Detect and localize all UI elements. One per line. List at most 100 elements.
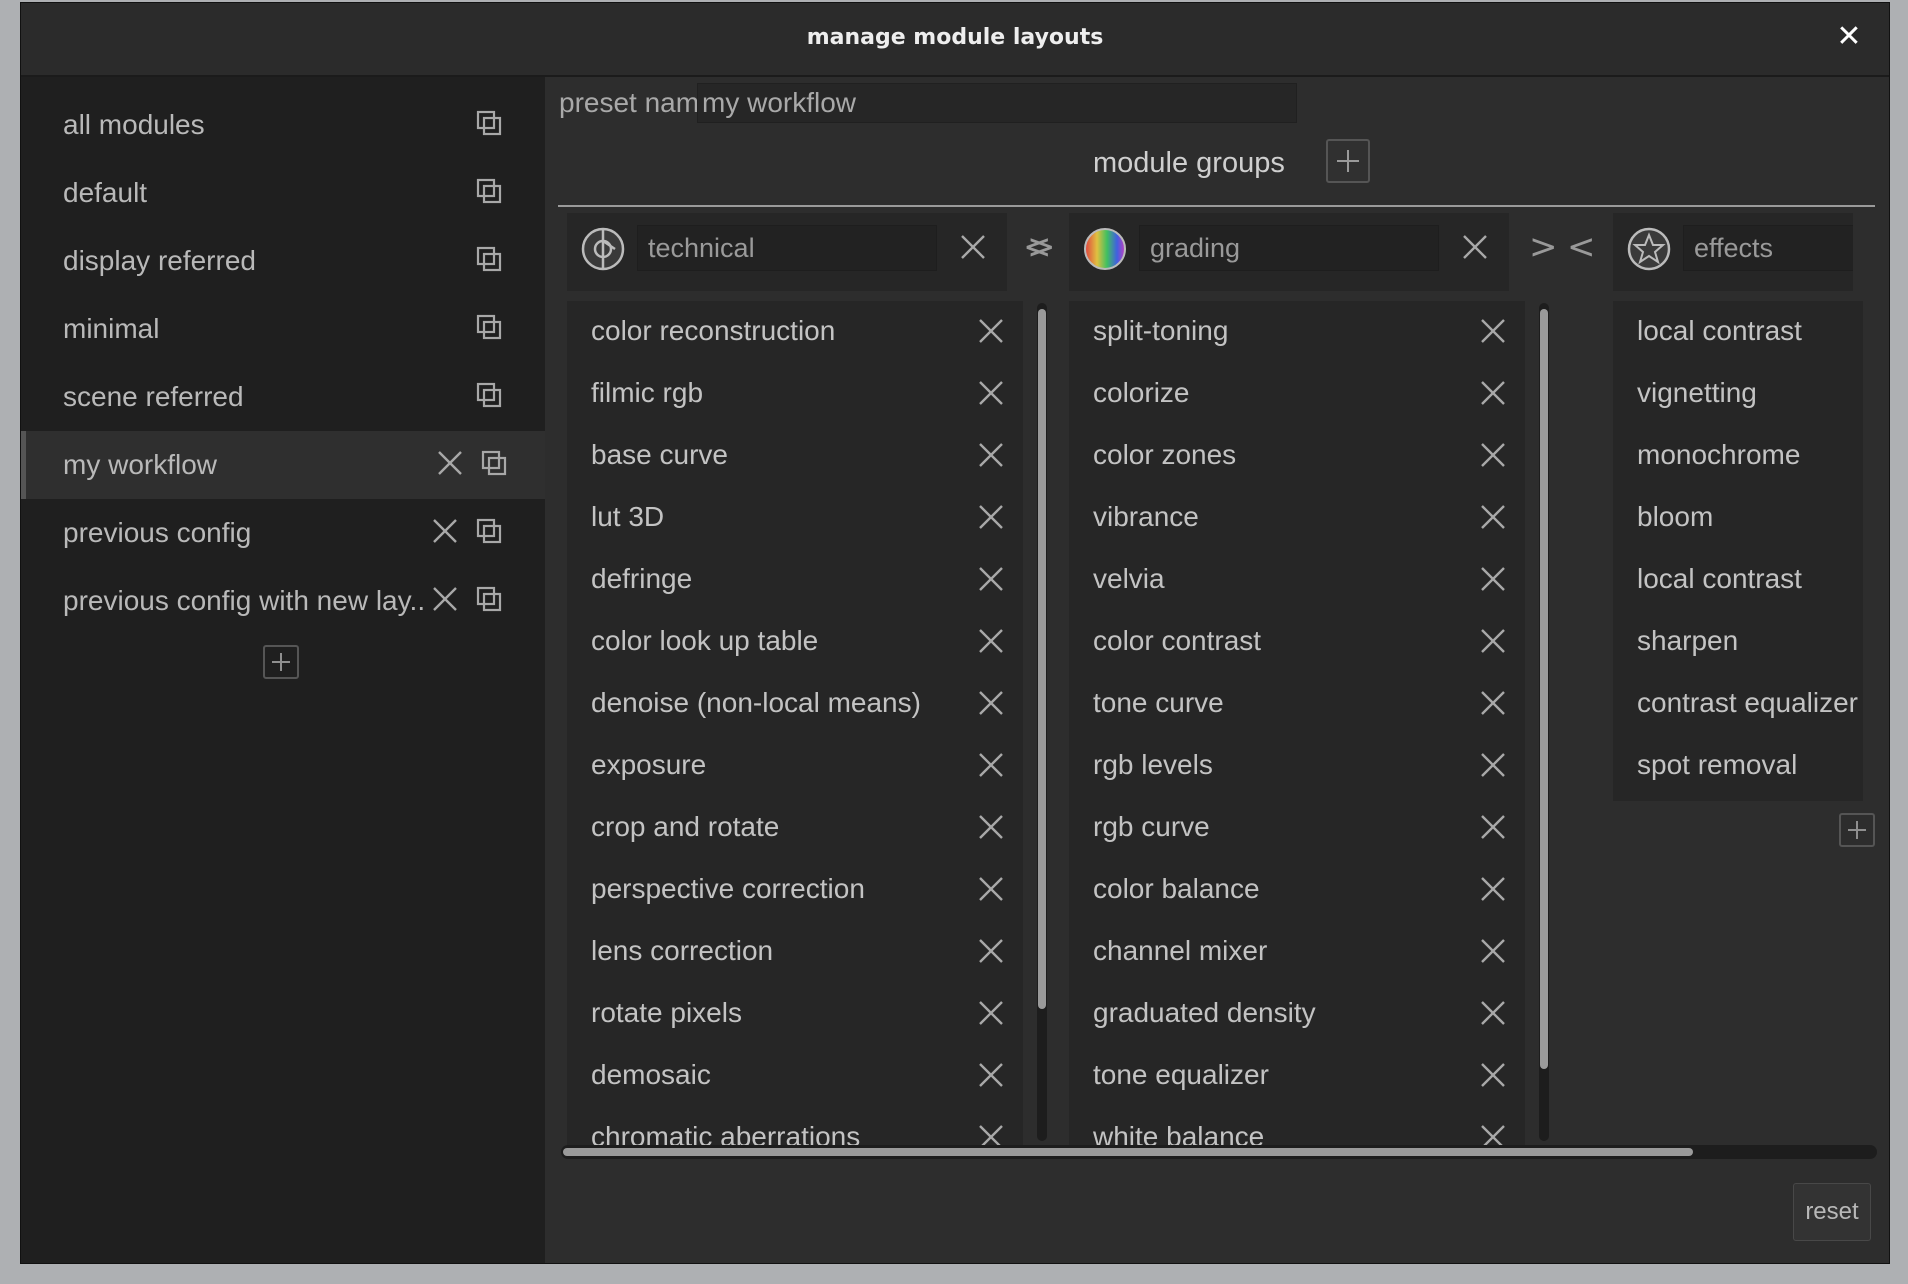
scrollbar-thumb[interactable] (1038, 309, 1046, 1009)
module-item: monochrome (1613, 425, 1863, 487)
remove-module-icon[interactable] (977, 441, 1007, 471)
plus-icon (272, 653, 290, 671)
preset-label: scene referred (63, 381, 244, 412)
module-item: chromatic aberrations (567, 1107, 1023, 1147)
preset-item[interactable]: default (21, 159, 545, 227)
module-item: perspective correction (567, 859, 1023, 921)
remove-module-icon[interactable] (1479, 813, 1509, 843)
module-label: rotate pixels (591, 997, 742, 1028)
remove-module-icon[interactable] (977, 627, 1007, 657)
preset-item[interactable]: display referred (21, 227, 545, 295)
horizontal-scrollbar[interactable] (561, 1145, 1877, 1159)
technical-group-icon[interactable] (579, 225, 627, 273)
duplicate-icon[interactable] (475, 245, 505, 275)
group-name-input[interactable]: technical (637, 225, 937, 271)
duplicate-icon[interactable] (475, 585, 505, 615)
effects-group-icon[interactable] (1625, 225, 1673, 273)
module-item: lens correction (567, 921, 1023, 983)
remove-module-icon[interactable] (977, 689, 1007, 719)
grading-group-icon[interactable] (1081, 225, 1129, 273)
module-label: contrast equalizer (1637, 687, 1859, 718)
remove-module-icon[interactable] (1479, 317, 1509, 347)
duplicate-icon[interactable] (475, 517, 505, 547)
preset-item[interactable]: minimal (21, 295, 545, 363)
remove-module-icon[interactable] (977, 1061, 1007, 1091)
move-left-arrow-icon[interactable]: < (1567, 227, 1596, 267)
preset-item[interactable]: all modules (21, 91, 545, 159)
duplicate-icon[interactable] (480, 449, 510, 479)
remove-module-icon[interactable] (977, 1123, 1007, 1147)
module-label: demosaic (591, 1059, 711, 1090)
vertical-scrollbar[interactable] (1539, 303, 1549, 1141)
remove-module-icon[interactable] (977, 379, 1007, 409)
module-label: color zones (1093, 439, 1237, 470)
preset-label: previous config (63, 517, 252, 548)
scrollbar-thumb[interactable] (563, 1148, 1693, 1156)
preset-item[interactable]: scene referred (21, 363, 545, 431)
module-item: bloom (1613, 487, 1863, 549)
module-label: vignetting (1637, 377, 1757, 408)
group-name-input[interactable]: grading (1139, 225, 1439, 271)
scrollbar-thumb[interactable] (1540, 309, 1548, 1069)
remove-module-icon[interactable] (1479, 503, 1509, 533)
remove-module-icon[interactable] (1479, 751, 1509, 781)
module-label: defringe (591, 563, 693, 594)
preset-item[interactable]: previous config (21, 499, 545, 567)
module-item: channel mixer (1069, 921, 1525, 983)
module-item: vignetting (1613, 363, 1863, 425)
move-right-arrow-icon[interactable]: > (1529, 227, 1558, 267)
remove-module-icon[interactable] (977, 937, 1007, 967)
title-bar: manage module layouts ✕ (21, 3, 1889, 77)
preset-label: display referred (63, 245, 256, 276)
remove-module-icon[interactable] (977, 813, 1007, 843)
remove-module-icon[interactable] (977, 565, 1007, 595)
duplicate-icon[interactable] (475, 313, 505, 343)
group-name-input[interactable]: effects (1683, 225, 1853, 271)
remove-module-icon[interactable] (1479, 1061, 1509, 1091)
group-header: technical (567, 213, 1007, 291)
reset-button[interactable]: reset (1793, 1183, 1871, 1241)
preset-item[interactable]: previous config with new lay... (21, 567, 545, 635)
remove-module-icon[interactable] (1479, 379, 1509, 409)
module-label: color balance (1093, 873, 1260, 904)
module-item: exposure (567, 735, 1023, 797)
module-item: base curve (567, 425, 1023, 487)
remove-module-icon[interactable] (1479, 999, 1509, 1029)
remove-module-icon[interactable] (1479, 875, 1509, 905)
delete-icon[interactable] (431, 585, 461, 615)
delete-icon[interactable] (431, 517, 461, 547)
remove-module-icon[interactable] (1479, 565, 1509, 595)
delete-group-icon[interactable] (1461, 233, 1489, 266)
preset-name-input[interactable]: my workflow (697, 83, 1297, 123)
module-label: graduated density (1093, 997, 1316, 1028)
remove-module-icon[interactable] (977, 503, 1007, 533)
add-group-button[interactable] (1326, 139, 1370, 183)
remove-module-icon[interactable] (977, 751, 1007, 781)
add-module-button[interactable] (1839, 813, 1875, 847)
vertical-scrollbar[interactable] (1037, 303, 1047, 1141)
module-label: rgb curve (1093, 811, 1210, 842)
module-label: channel mixer (1093, 935, 1268, 966)
module-item: rgb curve (1069, 797, 1525, 859)
add-preset-button[interactable] (263, 645, 299, 679)
remove-module-icon[interactable] (977, 317, 1007, 347)
remove-module-icon[interactable] (1479, 627, 1509, 657)
module-label: spot removal (1637, 749, 1798, 780)
move-left-arrow-icon[interactable]: < (1023, 227, 1052, 267)
close-icon[interactable]: ✕ (1829, 17, 1869, 57)
delete-icon[interactable] (436, 449, 466, 479)
remove-module-icon[interactable] (1479, 1123, 1509, 1147)
delete-group-icon[interactable] (959, 233, 987, 266)
remove-module-icon[interactable] (1479, 441, 1509, 471)
remove-module-icon[interactable] (1479, 937, 1509, 967)
duplicate-icon[interactable] (475, 109, 505, 139)
preset-item[interactable]: my workflow (21, 431, 545, 499)
remove-module-icon[interactable] (977, 999, 1007, 1029)
module-label: local contrast (1637, 563, 1802, 594)
preset-label: my workflow (63, 449, 218, 480)
remove-module-icon[interactable] (1479, 689, 1509, 719)
remove-module-icon[interactable] (977, 875, 1007, 905)
duplicate-icon[interactable] (475, 177, 505, 207)
duplicate-icon[interactable] (475, 381, 505, 411)
module-item: rgb levels (1069, 735, 1525, 797)
